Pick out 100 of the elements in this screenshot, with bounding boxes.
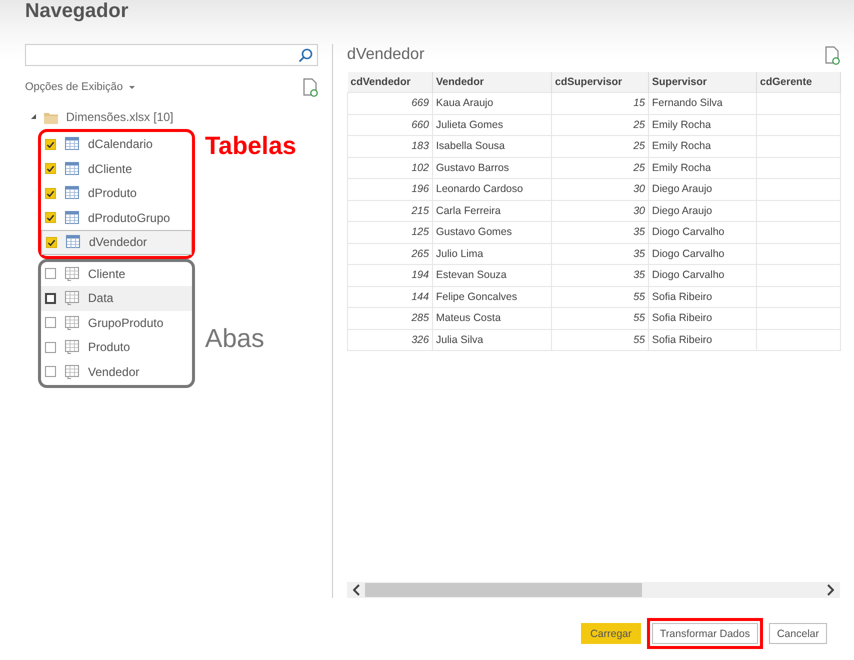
window-title: Navegador — [24, 0, 130, 24]
tree-item-label: dProdutoGrupo — [88, 210, 170, 225]
horizontal-scrollbar[interactable] — [347, 582, 840, 598]
column-header[interactable]: Vendedor — [432, 72, 552, 92]
table-cell: Diego Araujo — [648, 200, 756, 222]
tree-root[interactable]: Dimensões.xlsx [10] — [25, 105, 318, 129]
expanded-arrow-icon — [31, 114, 36, 120]
column-header[interactable]: cdSupervisor — [552, 72, 648, 92]
table-cell: Isabella Sousa — [432, 136, 552, 157]
tree-item[interactable]: dCliente — [41, 156, 192, 181]
table-cell: 30 — [552, 178, 648, 200]
table-cell: 30 — [552, 200, 648, 222]
table-cell: Leonardo Cardoso — [432, 178, 552, 200]
dialog-button[interactable]: Transformar Dados — [652, 623, 758, 644]
annotation-label: Tabelas — [205, 132, 296, 161]
check-icon — [46, 164, 55, 174]
table-cell: 25 — [552, 157, 648, 178]
table-cell: Sofia Ribeiro — [648, 308, 756, 329]
tree-item[interactable]: Vendedor — [41, 360, 192, 384]
column-header[interactable]: cdVendedor — [348, 72, 432, 92]
table-icon — [65, 186, 79, 200]
table-icon — [65, 210, 79, 225]
table-cell: 55 — [552, 308, 648, 329]
check-icon — [46, 213, 55, 222]
tree-item-label: GrupoProduto — [88, 316, 164, 330]
tree-item[interactable]: dProduto — [41, 181, 192, 206]
column-header[interactable]: cdGerente — [756, 72, 840, 92]
column-header[interactable]: Supervisor — [648, 72, 756, 92]
table-cell: 25 — [552, 136, 648, 157]
sheet-icon — [65, 291, 79, 306]
tree-item-label: Cliente — [88, 266, 126, 281]
table-cell: Julio Lima — [432, 243, 552, 264]
table-cell: Mateus Costa — [432, 308, 552, 329]
chevron-right-icon — [826, 584, 834, 596]
checkbox[interactable] — [45, 212, 56, 224]
sheet-icon — [65, 340, 79, 354]
table-cell: Julieta Gomes — [432, 114, 552, 136]
view-options-dropdown[interactable]: Opções de Exibição — [25, 81, 135, 93]
table-cell: 35 — [552, 264, 648, 286]
tree-item[interactable]: Data — [41, 286, 192, 310]
table-cell: 25 — [552, 114, 648, 136]
table-cell: 183 — [348, 136, 432, 157]
tree-item[interactable]: GrupoProduto — [41, 310, 192, 335]
table-cell: Gustavo Gomes — [432, 222, 552, 243]
checkbox[interactable] — [45, 366, 56, 378]
chevron-left-icon — [353, 584, 361, 596]
tree-item-label: Vendedor — [88, 364, 140, 379]
table-cell: 194 — [348, 264, 432, 286]
table-cell: Felipe Goncalves — [432, 286, 552, 308]
check-icon — [46, 188, 55, 198]
table-cell: Emily Rocha — [648, 157, 756, 178]
tree-item-label: Produto — [88, 340, 130, 354]
table-cell: 125 — [348, 222, 432, 243]
checkbox[interactable] — [45, 342, 56, 353]
checkbox[interactable] — [45, 292, 56, 304]
checkbox[interactable] — [45, 138, 56, 150]
sheet-icon — [65, 316, 79, 330]
table-cell: 144 — [348, 286, 432, 308]
checkbox[interactable] — [45, 268, 56, 280]
table-icon — [65, 137, 79, 152]
refresh-document-icon — [824, 46, 840, 64]
scrollbar-thumb[interactable] — [365, 583, 642, 597]
table-icon — [65, 162, 79, 176]
annotation-label: Abas — [205, 322, 264, 354]
tree-item[interactable]: dCalendario — [41, 132, 192, 156]
table-cell: Diogo Carvalho — [648, 264, 756, 286]
checkbox[interactable] — [45, 188, 56, 199]
check-icon — [46, 140, 55, 149]
table-cell: Emily Rocha — [648, 114, 756, 136]
search-field[interactable] — [25, 44, 318, 66]
table-cell: Diogo Carvalho — [648, 243, 756, 264]
table-cell: Carla Ferreira — [432, 200, 552, 222]
table-cell: Julia Silva — [432, 329, 552, 350]
caret-down-icon — [128, 86, 135, 88]
table-cell: Sofia Ribeiro — [648, 286, 756, 308]
tree-item-label: dVendedor — [89, 235, 148, 250]
dialog-button[interactable]: Cancelar — [768, 623, 827, 644]
dialog-button[interactable]: Carregar — [580, 623, 641, 644]
table-cell: Diego Araujo — [648, 178, 756, 200]
table-cell: 102 — [348, 157, 432, 178]
tree-item[interactable]: Produto — [41, 335, 192, 360]
sheet-icon — [65, 266, 79, 281]
tree-item[interactable]: dProdutoGrupo — [41, 206, 192, 230]
table-cell: Gustavo Barros — [432, 157, 552, 178]
table-cell: Diogo Carvalho — [648, 222, 756, 243]
table-cell: 55 — [552, 329, 648, 350]
tree-root-label: Dimensões.xlsx [10] — [66, 110, 174, 124]
checkbox[interactable] — [45, 163, 56, 174]
table-icon — [66, 235, 80, 250]
table-cell: 35 — [552, 222, 648, 243]
tree-item-label: dProduto — [88, 186, 137, 200]
table-cell: 55 — [552, 286, 648, 308]
checkbox[interactable] — [45, 317, 56, 328]
tree-item-label: dCalendario — [88, 137, 153, 152]
checkbox[interactable] — [46, 236, 57, 248]
search-icon — [298, 48, 313, 62]
table-cell: Estevan Souza — [432, 264, 552, 286]
tree-item[interactable]: Cliente — [41, 262, 192, 286]
tree-item[interactable]: dVendedor — [41, 230, 192, 254]
table-cell: 669 — [348, 92, 432, 114]
